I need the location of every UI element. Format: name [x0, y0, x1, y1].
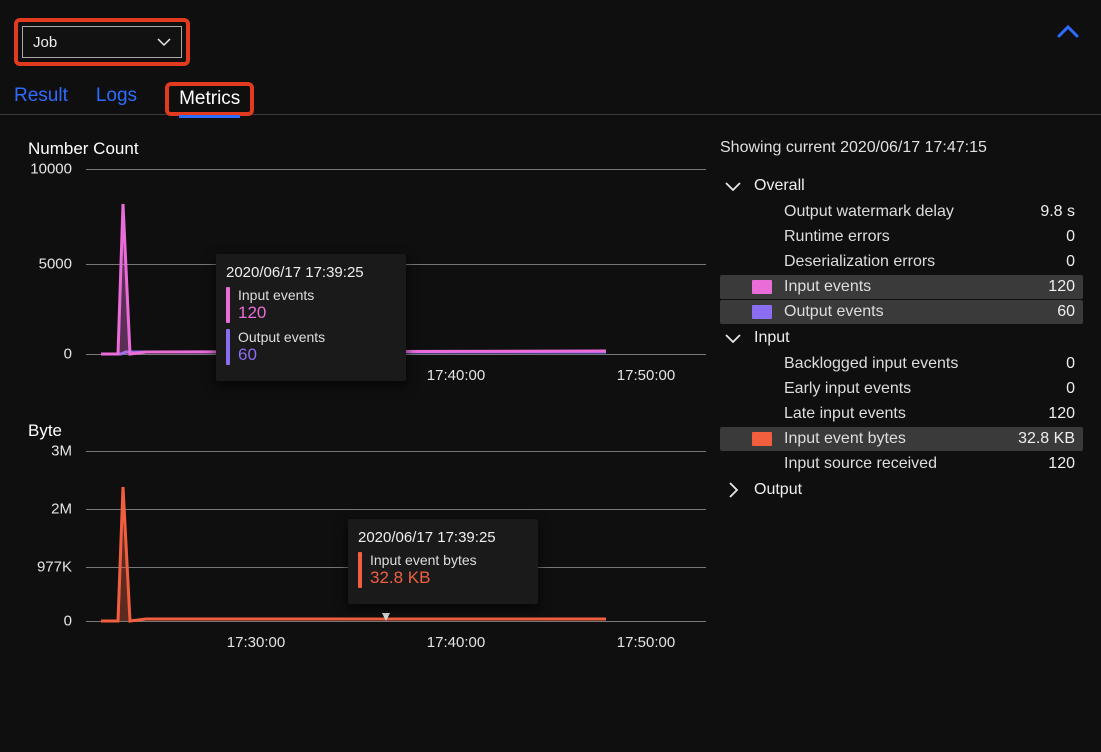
ytick: 3M	[12, 443, 72, 460]
chevron-down-icon	[724, 333, 742, 344]
chart-title: Byte	[28, 421, 720, 441]
chevron-right-icon	[724, 482, 742, 498]
metric-late-input-events[interactable]: Late input events 120	[720, 402, 1083, 426]
group-label: Input	[754, 329, 790, 347]
chevron-down-icon	[724, 181, 742, 192]
tooltip-time: 2020/06/17 17:39:25	[226, 264, 390, 281]
chart-number-count: Number Count 10000 5000 0	[18, 139, 720, 393]
tooltip-series-label: Input event bytes	[370, 552, 477, 568]
metric-input-event-bytes[interactable]: Input event bytes 32.8 KB	[720, 427, 1083, 451]
metric-runtime-errors[interactable]: Runtime errors 0	[720, 225, 1083, 249]
group-output[interactable]: Output	[720, 477, 1083, 503]
job-select-highlight: Job	[14, 18, 190, 66]
tooltip-time: 2020/06/17 17:39:25	[358, 529, 522, 546]
tooltip-series-value: 60	[238, 345, 325, 365]
chart-tooltip: 2020/06/17 17:39:25 Input event bytes 32…	[348, 519, 538, 604]
job-select[interactable]: Job	[22, 26, 182, 58]
job-select-label: Job	[33, 34, 57, 51]
tab-metrics[interactable]: Metrics	[179, 88, 240, 118]
tab-metrics-highlight: Metrics	[165, 82, 254, 116]
tab-bar: Result Logs Metrics	[0, 66, 1101, 116]
side-header: Showing current 2020/06/17 17:47:15	[720, 139, 1083, 157]
group-label: Output	[754, 481, 802, 499]
metrics-side-panel: Showing current 2020/06/17 17:47:15 Over…	[720, 139, 1101, 688]
tab-logs[interactable]: Logs	[96, 85, 137, 113]
ytick: 5000	[12, 256, 72, 273]
xtick: 17:50:00	[617, 367, 675, 384]
metric-backlogged-input-events[interactable]: Backlogged input events 0	[720, 352, 1083, 376]
xtick: 17:40:00	[427, 367, 485, 384]
ytick: 0	[12, 346, 72, 363]
metric-output-watermark-delay[interactable]: Output watermark delay 9.8 s	[720, 200, 1083, 224]
color-swatch	[752, 305, 772, 319]
tooltip-series-label: Output events	[238, 329, 325, 345]
group-label: Overall	[754, 177, 805, 195]
tooltip-series-label: Input events	[238, 287, 314, 303]
tooltip-series-value: 32.8 KB	[370, 568, 477, 588]
color-swatch	[752, 432, 772, 446]
chart-title: Number Count	[28, 139, 720, 159]
xtick: 17:50:00	[617, 634, 675, 651]
group-input[interactable]: Input	[720, 325, 1083, 351]
chevron-down-icon	[157, 34, 171, 51]
metric-early-input-events[interactable]: Early input events 0	[720, 377, 1083, 401]
collapse-panel-icon[interactable]	[1057, 18, 1079, 44]
chart-tooltip: 2020/06/17 17:39:25 Input events 120 Out…	[216, 254, 406, 381]
tooltip-series-value: 120	[238, 303, 314, 323]
metric-input-source-received[interactable]: Input source received 120	[720, 452, 1083, 476]
ytick: 0	[12, 613, 72, 630]
metric-output-events[interactable]: Output events 60	[720, 300, 1083, 324]
tab-result[interactable]: Result	[14, 85, 68, 113]
color-swatch	[752, 280, 772, 294]
ytick: 10000	[12, 161, 72, 178]
ytick: 977K	[12, 559, 72, 576]
xtick: 17:30:00	[227, 634, 285, 651]
xtick: 17:40:00	[427, 634, 485, 651]
chart-byte: Byte 3M 2M 977K 0 2020/06/17 17:39:25	[18, 421, 720, 660]
metric-input-events[interactable]: Input events 120	[720, 275, 1083, 299]
metric-deserialization-errors[interactable]: Deserialization errors 0	[720, 250, 1083, 274]
ytick: 2M	[12, 501, 72, 518]
group-overall[interactable]: Overall	[720, 173, 1083, 199]
